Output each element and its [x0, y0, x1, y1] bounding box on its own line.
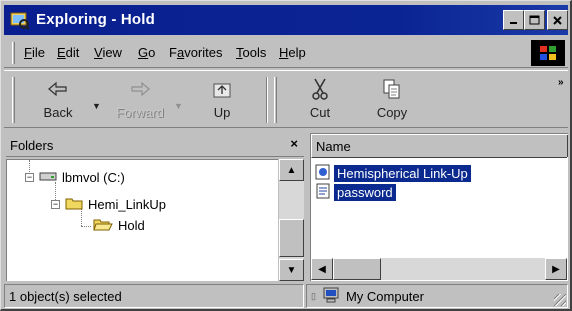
- scroll-left-button[interactable]: ◀: [311, 258, 333, 280]
- status-bar: 1 object(s) selected ▯ My Computer: [4, 284, 568, 308]
- toolbar-separator: [266, 77, 268, 123]
- tree-item-label: Hold: [118, 218, 145, 233]
- document-icon: [315, 183, 331, 202]
- resize-grip[interactable]: [554, 294, 566, 306]
- toolbar-grip[interactable]: [12, 77, 15, 123]
- my-computer-icon: [322, 287, 340, 306]
- scroll-right-button[interactable]: ▶: [545, 258, 567, 280]
- folder-icon: [65, 196, 83, 213]
- open-folder-icon: [93, 217, 113, 234]
- menu-favorites[interactable]: Favorites: [169, 45, 222, 60]
- up-label: Up: [213, 105, 231, 120]
- copy-button[interactable]: Copy: [360, 75, 424, 125]
- file-item-label: Hemispherical Link-Up: [334, 164, 471, 182]
- up-button[interactable]: Up: [190, 75, 254, 125]
- menu-tools[interactable]: Tools: [236, 45, 266, 60]
- folders-vertical-scrollbar[interactable]: ▲ ▼: [279, 159, 304, 281]
- forward-arrow-icon: [108, 77, 172, 101]
- file-item[interactable]: password: [315, 183, 396, 201]
- tree-item-hold[interactable]: Hold: [93, 217, 145, 234]
- scroll-thumb[interactable]: [333, 258, 381, 280]
- menu-view[interactable]: View: [94, 45, 122, 60]
- internet-shortcut-icon: [315, 164, 331, 183]
- scroll-down-button[interactable]: ▼: [279, 259, 304, 281]
- tree-item-hemi-linkup[interactable]: − Hemi_LinkUp: [51, 196, 166, 213]
- title-bar[interactable]: Exploring - Hold: [4, 5, 568, 35]
- file-item-label: password: [334, 183, 396, 201]
- up-folder-icon: [190, 77, 254, 101]
- close-button[interactable]: [547, 10, 568, 30]
- cut-button[interactable]: Cut: [288, 75, 352, 125]
- collapse-toggle-icon[interactable]: −: [51, 200, 60, 209]
- zone-label: My Computer: [345, 289, 424, 304]
- file-item[interactable]: Hemispherical Link-Up: [315, 164, 471, 182]
- window-title: Exploring - Hold: [36, 11, 156, 28]
- collapse-toggle-icon[interactable]: −: [25, 173, 34, 182]
- explorer-icon: [10, 10, 30, 30]
- folder-tree[interactable]: − lbmvol (C:) − Hemi_LinkUp Hold: [6, 159, 278, 281]
- tree-item-label: Hemi_LinkUp: [88, 197, 167, 212]
- folders-close-icon[interactable]: ×: [290, 136, 298, 151]
- back-arrow-icon: [26, 77, 90, 101]
- minimize-button[interactable]: [503, 10, 524, 30]
- folders-pane: Folders × − lbmvol (C:) − Hemi_LinkUp Ho…: [6, 133, 304, 281]
- toolbar-grip-2[interactable]: [274, 77, 277, 123]
- status-selection: 1 object(s) selected: [4, 284, 304, 308]
- explorer-window: Exploring - Hold File Edit View Go Favor…: [0, 0, 572, 311]
- tree-item-label: lbmvol (C:): [62, 170, 125, 185]
- cut-label: Cut: [309, 105, 331, 120]
- copy-icon: [360, 77, 424, 101]
- maximize-button[interactable]: [524, 10, 545, 30]
- menu-file[interactable]: File: [24, 45, 45, 60]
- scroll-up-button[interactable]: ▲: [279, 159, 304, 181]
- contents-horizontal-scrollbar[interactable]: ◀ ▶: [311, 258, 567, 280]
- tree-line: [81, 226, 91, 227]
- menu-go[interactable]: Go: [138, 45, 155, 60]
- copy-label: Copy: [376, 105, 408, 120]
- name-column-header[interactable]: Name: [311, 134, 568, 158]
- folders-header: Folders ×: [6, 133, 304, 157]
- forward-button[interactable]: Forward: [108, 75, 172, 125]
- windows-logo-icon: [531, 40, 565, 66]
- back-label: Back: [43, 105, 73, 120]
- zone-icon: ▯: [311, 291, 316, 301]
- menu-help[interactable]: Help: [279, 45, 306, 60]
- contents-pane: Name Hemispherical Link-Up password ◀ ▶: [310, 133, 568, 281]
- scroll-thumb[interactable]: [279, 219, 304, 257]
- tree-item-drive[interactable]: − lbmvol (C:): [25, 170, 125, 185]
- back-button[interactable]: Back: [26, 75, 90, 125]
- status-selection-text: 1 object(s) selected: [9, 289, 122, 304]
- menu-edit[interactable]: Edit: [57, 45, 79, 60]
- toolbar-more-chevron-icon[interactable]: »: [558, 77, 564, 88]
- forward-label: Forward: [116, 105, 164, 120]
- menu-bar: File Edit View Go Favorites Tools Help: [4, 38, 568, 68]
- back-dropdown-icon[interactable]: ▼: [92, 101, 102, 111]
- column-divider[interactable]: [566, 135, 568, 157]
- scissors-icon: [288, 77, 352, 101]
- menu-grip[interactable]: [12, 42, 15, 64]
- drive-icon: [39, 170, 57, 185]
- column-header-label: Name: [316, 139, 351, 154]
- status-zone: ▯ My Computer: [306, 284, 568, 308]
- folders-title: Folders: [10, 138, 54, 153]
- forward-dropdown-icon[interactable]: ▼: [174, 101, 184, 111]
- standard-toolbar: Back ▼ Forward ▼ Up Cut Copy »: [4, 70, 568, 128]
